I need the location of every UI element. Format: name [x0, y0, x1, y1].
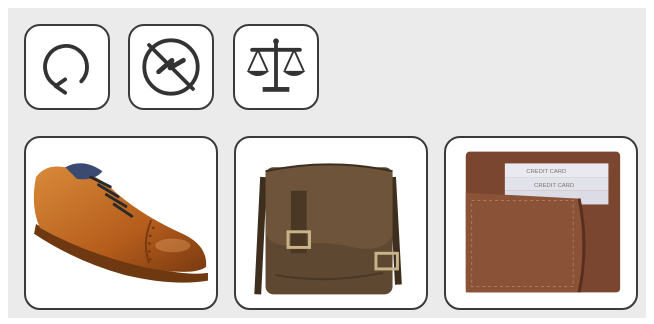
scales-icon-tile[interactable]: [233, 24, 319, 110]
refresh-icon: [43, 44, 89, 95]
no-static-icon-tile[interactable]: [128, 24, 214, 110]
oxford-shoe-image: [33, 163, 208, 283]
messenger-bag-image: [254, 163, 402, 295]
wallet-image: CREDIT CARD CREDIT CARD: [465, 151, 621, 293]
product-oxford-shoe[interactable]: [24, 136, 218, 310]
product-wallet[interactable]: CREDIT CARD CREDIT CARD: [444, 136, 638, 310]
card-slot-text-2: CREDIT CARD: [534, 183, 574, 189]
product-messenger-bag[interactable]: [234, 136, 428, 310]
card-slot-text-1: CREDIT CARD: [526, 169, 566, 175]
scales-icon: [246, 38, 306, 92]
no-static-icon: [142, 38, 200, 96]
refresh-icon-tile[interactable]: [24, 24, 110, 110]
